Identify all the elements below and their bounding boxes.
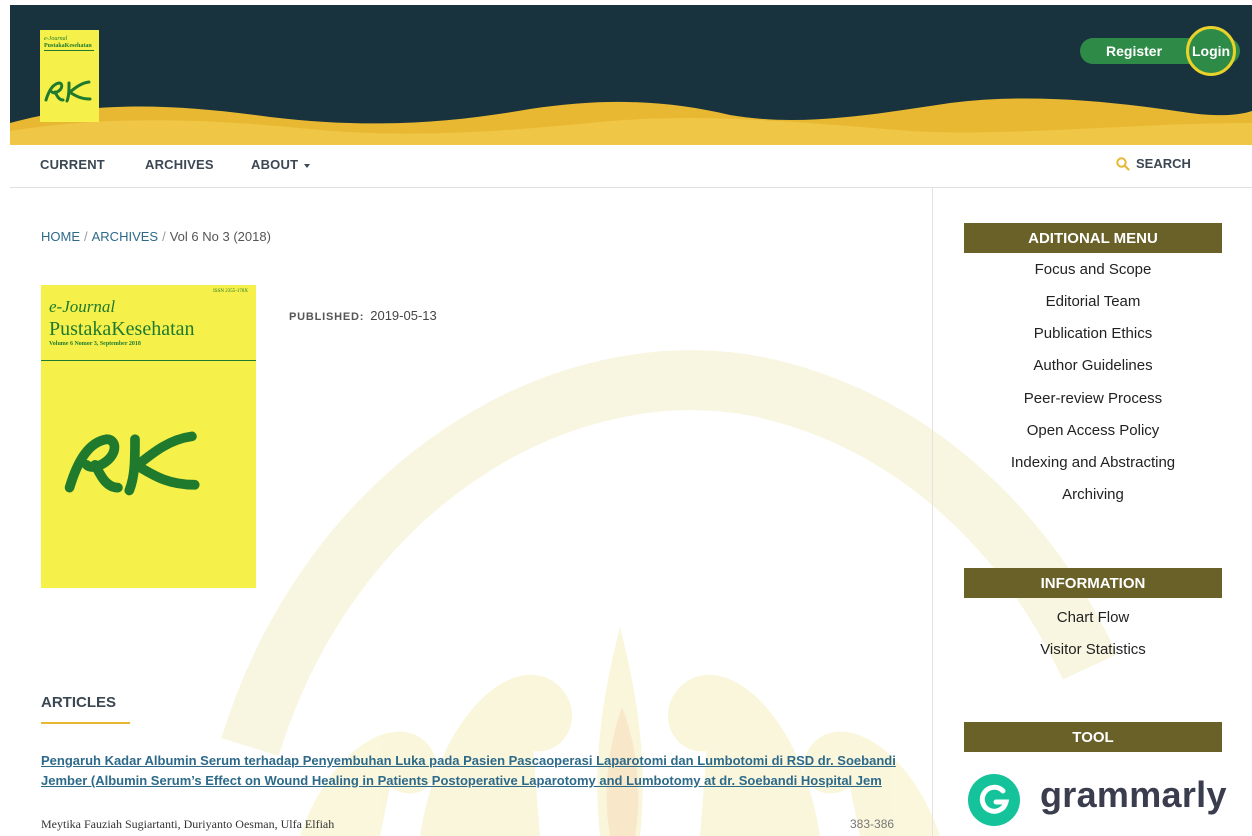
published-info: PUBLISHED: 2019-05-13 [289, 308, 437, 323]
auth-pill: Register Login [1080, 26, 1240, 76]
sidebar-item-open-access[interactable]: Open Access Policy [964, 422, 1222, 439]
articles-heading-underline [41, 722, 130, 724]
published-date: 2019-05-13 [370, 308, 437, 323]
search-label: SEARCH [1136, 156, 1191, 171]
sidebar-divider [932, 188, 933, 836]
site-header: e-Journal PustakaKesehatan Register Logi… [10, 5, 1252, 145]
published-label: PUBLISHED: [289, 311, 365, 323]
main-nav: CURRENT ARCHIVES ABOUT SEARCH [10, 145, 1252, 188]
sidebar-item-chart-flow[interactable]: Chart Flow [964, 609, 1222, 626]
cover-volume-line: Volume 6 Nomor 3, September 2018 [49, 341, 141, 347]
breadcrumb-archives[interactable]: ARCHIVES [92, 229, 158, 244]
sidebar-item-focus-scope[interactable]: Focus and Scope [964, 261, 1222, 278]
grammarly-g-glyph-icon [979, 784, 1010, 814]
sidebar-item-archiving[interactable]: Archiving [964, 486, 1222, 503]
register-link[interactable]: Register [1106, 43, 1162, 59]
articles-heading: ARTICLES [41, 694, 116, 711]
nav-current[interactable]: CURRENT [40, 157, 105, 172]
issue-cover-image[interactable]: ISSN 2355-178X e-Journal PustakaKesehata… [41, 285, 256, 588]
nav-about-label: ABOUT [251, 157, 299, 172]
nav-archives[interactable]: ARCHIVES [145, 157, 214, 172]
cover-rule [41, 360, 256, 361]
pk-script-logo-icon [44, 80, 92, 103]
information-header: INFORMATION [964, 568, 1222, 598]
login-link[interactable]: Login [1192, 43, 1230, 59]
sidebar-item-indexing[interactable]: Indexing and Abstracting [964, 454, 1222, 471]
cover-journal-italic: e-Journal [49, 297, 116, 316]
breadcrumb: HOME / ARCHIVES / Vol 6 No 3 (2018) [41, 229, 271, 244]
additional-menu-header: ADITIONAL MENU [964, 223, 1222, 253]
sidebar-item-publication-ethics[interactable]: Publication Ethics [964, 325, 1222, 342]
chevron-down-icon [304, 163, 311, 168]
grammarly-wordmark: grammarly [1040, 774, 1227, 815]
sidebar-item-editorial-team[interactable]: Editorial Team [964, 293, 1222, 310]
breadcrumb-home[interactable]: HOME [41, 229, 80, 244]
pk-script-logo-icon [64, 431, 200, 496]
tool-header: TOOL [964, 722, 1222, 752]
nav-about[interactable]: ABOUT [251, 157, 311, 172]
search-icon [1116, 157, 1130, 171]
sidebar-item-visitor-statistics[interactable]: Visitor Statistics [964, 641, 1222, 658]
article-title-link[interactable]: Pengaruh Kadar Albumin Serum terhadap Pe… [41, 751, 911, 791]
article-pages: 383-386 [850, 817, 895, 831]
breadcrumb-separator: / [162, 229, 166, 244]
grammarly-g-icon [968, 774, 1020, 826]
logo-line1: e-Journal [44, 36, 68, 42]
search-link[interactable]: SEARCH [1116, 156, 1191, 171]
logo-line2: PustakaKesehatan [44, 43, 92, 49]
grammarly-banner[interactable]: grammarly [968, 770, 1226, 830]
cover-issn: ISSN 2355-178X [213, 289, 248, 294]
sidebar-item-author-guidelines[interactable]: Author Guidelines [964, 357, 1222, 374]
site-logo[interactable]: e-Journal PustakaKesehatan [40, 30, 99, 122]
breadcrumb-current: Vol 6 No 3 (2018) [169, 229, 271, 244]
logo-rule [44, 50, 94, 51]
sidebar-item-peer-review[interactable]: Peer-review Process [964, 390, 1222, 407]
breadcrumb-separator: / [84, 229, 88, 244]
header-wave-decoration [10, 98, 1252, 145]
cover-journal-name: PustakaKesehatan [49, 318, 195, 340]
article-authors: Meytika Fauziah Sugiartanti, Duriyanto O… [41, 817, 335, 831]
